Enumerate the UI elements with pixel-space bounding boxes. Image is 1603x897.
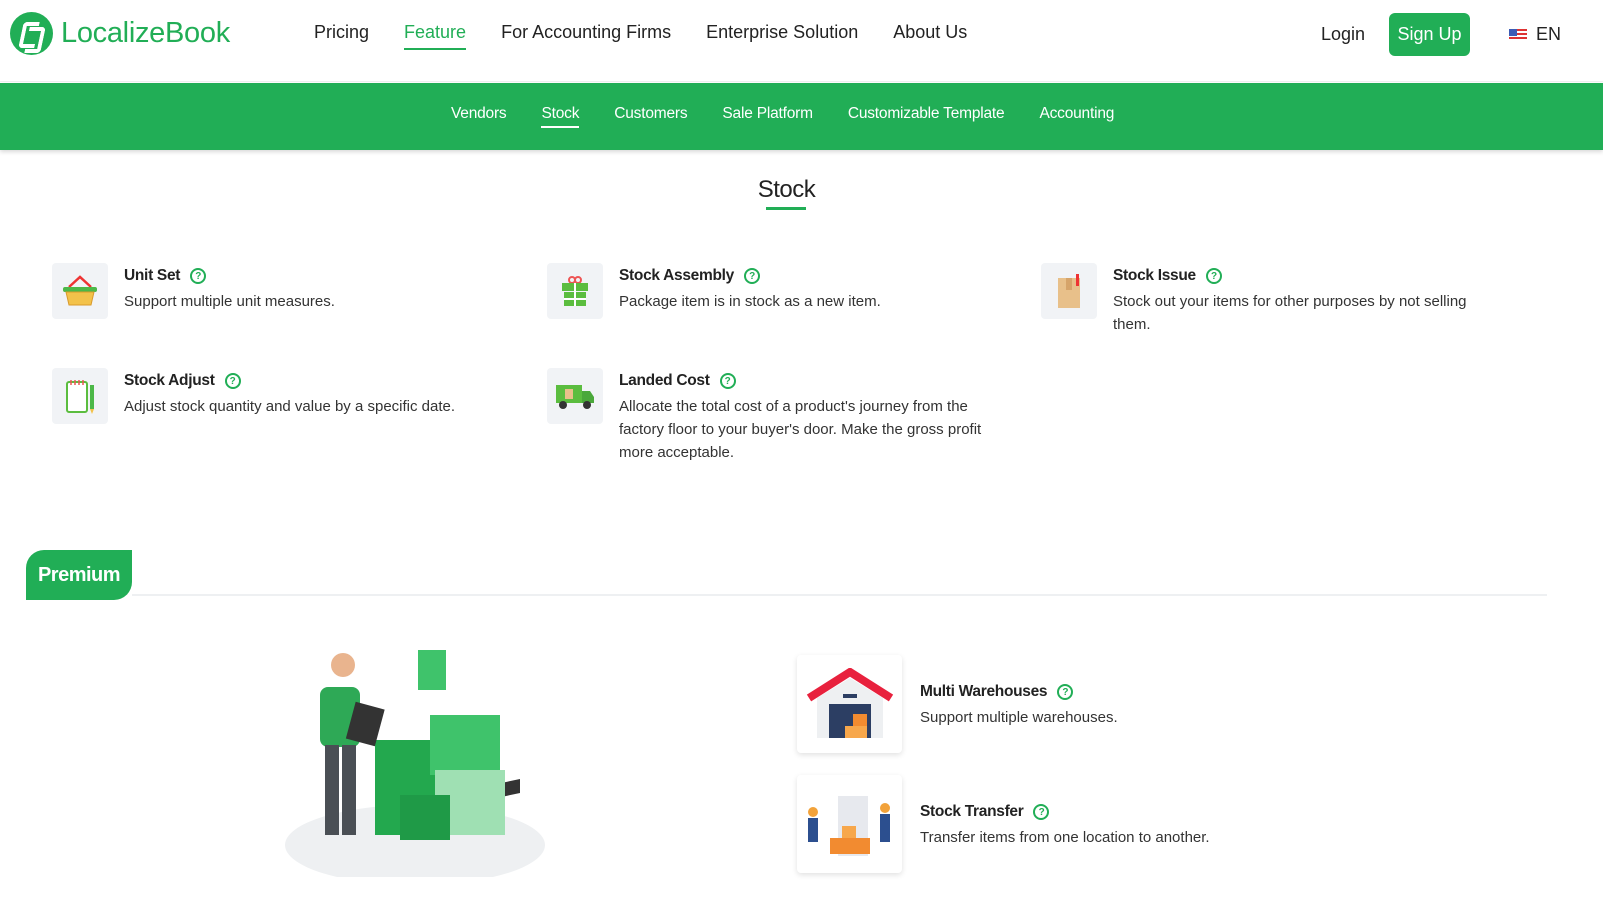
login-link[interactable]: Login [1321, 24, 1365, 45]
nav-accounting-firms[interactable]: For Accounting Firms [501, 22, 671, 50]
basket-icon [52, 263, 108, 319]
nav-about[interactable]: About Us [893, 22, 967, 50]
feature-desc: Adjust stock quantity and value by a spe… [124, 398, 456, 415]
help-icon[interactable]: ? [190, 268, 207, 284]
feature-title: Stock Assembly [619, 267, 734, 284]
logo[interactable]: LocalizeBook [10, 12, 230, 55]
page-title: Stock [757, 176, 816, 203]
feature-desc: Transfer items from one location to anot… [920, 829, 1210, 846]
feature-title: Landed Cost [619, 372, 710, 389]
feature-desc: Support multiple warehouses. [920, 709, 1118, 726]
truck-icon [547, 368, 603, 424]
feature-stock-issue: Stock Issue? Stock out your items for ot… [1041, 263, 1501, 336]
stock-transfer-icon [797, 775, 902, 873]
signup-button[interactable]: Sign Up [1389, 13, 1470, 56]
premium-badge: Premium [26, 550, 132, 600]
feature-unit-set: Unit Set? Support multiple unit measures… [52, 263, 502, 319]
us-flag-icon [1509, 28, 1527, 41]
feature-desc: Support multiple unit measures. [124, 293, 335, 310]
subnav-vendors[interactable]: Vendors [451, 105, 507, 128]
feature-title: Stock Issue [1113, 267, 1196, 284]
help-icon[interactable]: ? [719, 373, 736, 389]
help-icon[interactable]: ? [743, 268, 760, 284]
help-icon[interactable]: ? [1057, 684, 1074, 700]
feature-desc: Package item is in stock as a new item. [619, 293, 881, 310]
feature-desc: Allocate the total cost of a product's j… [619, 398, 982, 461]
gift-icon [547, 263, 603, 319]
feature-landed-cost: Landed Cost? Allocate the total cost of … [547, 368, 997, 464]
subnav-template[interactable]: Customizable Template [848, 105, 1005, 128]
nav-feature[interactable]: Feature [404, 22, 467, 50]
logo-icon [10, 12, 53, 55]
feature-desc: Stock out your items for other purposes … [1113, 293, 1467, 333]
feature-title: Stock Adjust [124, 372, 215, 389]
help-icon[interactable]: ? [1205, 268, 1222, 284]
subnav-customers[interactable]: Customers [614, 105, 687, 128]
top-header: LocalizeBook Pricing Feature For Account… [0, 0, 1603, 82]
subnav-accounting[interactable]: Accounting [1039, 105, 1114, 128]
feature-stock-adjust: Stock Adjust? Adjust stock quantity and … [52, 368, 502, 424]
warehouse-worker-illustration [280, 645, 550, 885]
nav-enterprise[interactable]: Enterprise Solution [706, 22, 858, 50]
main-nav: Pricing Feature For Accounting Firms Ent… [314, 22, 967, 50]
help-icon[interactable]: ? [224, 373, 241, 389]
subnav-sale-platform[interactable]: Sale Platform [722, 105, 813, 128]
feature-subnav: Vendors Stock Customers Sale Platform Cu… [0, 83, 1603, 150]
feature-stock-assembly: Stock Assembly? Package item is in stock… [547, 263, 997, 319]
brand-name: LocalizeBook [61, 17, 230, 49]
feature-title: Stock Transfer [920, 803, 1024, 820]
premium-stock-transfer: Stock Transfer? Transfer items from one … [797, 775, 1210, 873]
premium-divider [132, 594, 1547, 596]
feature-title: Multi Warehouses [920, 683, 1048, 700]
feature-title: Unit Set [124, 267, 181, 284]
warehouse-icon [797, 655, 902, 753]
nav-pricing[interactable]: Pricing [314, 22, 369, 50]
subnav-stock[interactable]: Stock [541, 105, 579, 128]
notepad-icon [52, 368, 108, 424]
title-underline [766, 207, 806, 210]
language-selector[interactable]: EN [1509, 24, 1561, 45]
box-icon [1041, 263, 1097, 319]
premium-multi-warehouses: Multi Warehouses? Support multiple wareh… [797, 655, 1118, 753]
help-icon[interactable]: ? [1033, 804, 1050, 820]
language-label: EN [1536, 24, 1562, 44]
